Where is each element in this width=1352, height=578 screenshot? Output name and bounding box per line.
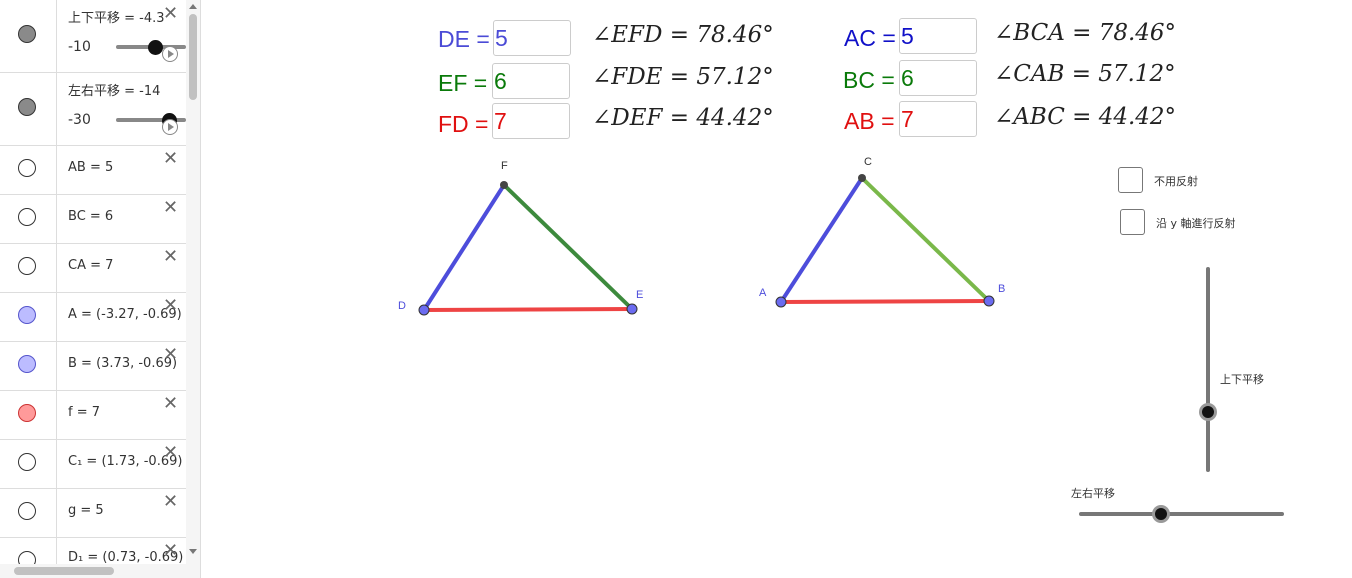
segment-bc[interactable] <box>860 176 991 303</box>
point-e-label: E <box>636 289 644 301</box>
horizontal-slider-knob[interactable] <box>1155 508 1167 520</box>
triangles-canvas <box>418 174 995 316</box>
reflect-y-label: 沿 y 軸進行反射 <box>1156 217 1236 230</box>
horizontal-slider-knob-halo[interactable] <box>1152 505 1170 523</box>
point-e[interactable] <box>626 303 638 315</box>
horizontal-slider-label: 左右平移 <box>1071 487 1115 500</box>
point-d-label: D <box>398 300 406 312</box>
no-reflect-label: 不用反射 <box>1154 175 1198 188</box>
point-b[interactable] <box>983 295 995 307</box>
point-c-label: C <box>864 156 872 168</box>
point-f[interactable] <box>500 181 508 189</box>
point-a-label: A <box>759 287 767 299</box>
vertical-slider-knob-halo[interactable] <box>1199 403 1217 421</box>
vertical-slider-track[interactable] <box>1206 267 1210 472</box>
point-d[interactable] <box>418 304 430 316</box>
point-a[interactable] <box>775 296 787 308</box>
horizontal-slider-track[interactable] <box>1079 512 1284 516</box>
segment-ab[interactable] <box>780 299 990 304</box>
segment-ac[interactable] <box>779 176 864 304</box>
segment-df[interactable] <box>422 183 506 312</box>
reflect-y-checkbox[interactable] <box>1120 209 1145 235</box>
vertical-slider-knob[interactable] <box>1202 406 1214 418</box>
point-c[interactable] <box>858 174 866 182</box>
segment-de[interactable] <box>423 307 633 312</box>
point-b-label: B <box>998 283 1006 295</box>
segment-ef[interactable] <box>502 183 634 311</box>
no-reflect-checkbox[interactable] <box>1118 167 1143 193</box>
point-f-label: F <box>501 160 508 172</box>
vertical-slider-label: 上下平移 <box>1220 373 1264 386</box>
